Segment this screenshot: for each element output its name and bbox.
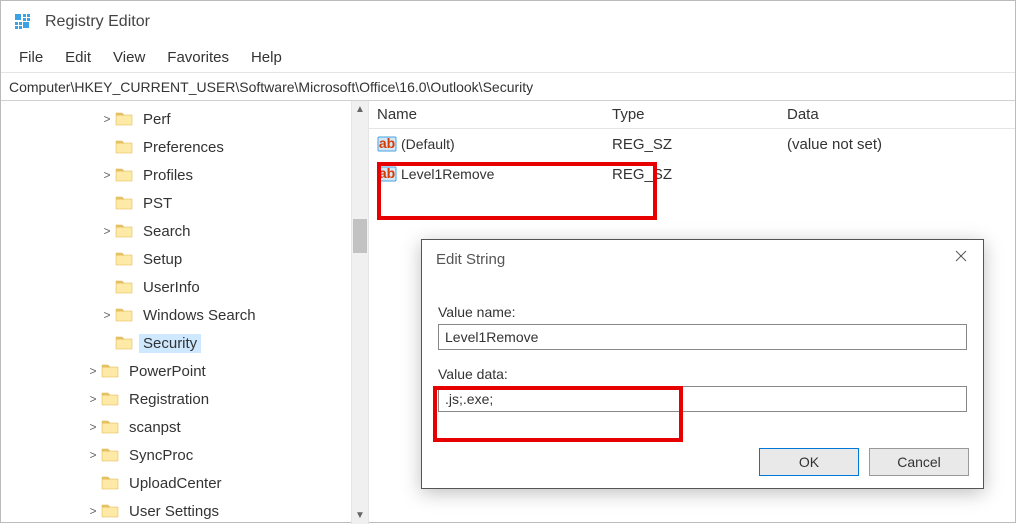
folder-icon [115,195,133,211]
tree-item-label: Perf [139,110,175,129]
string-value-icon: ab [377,165,397,183]
menu-file[interactable]: File [9,45,53,70]
tree-item-label: UserInfo [139,278,204,297]
scroll-down-icon[interactable]: ▼ [352,507,368,524]
value-type: REG_SZ [604,134,779,155]
value-name: (Default) [401,136,455,152]
tree-item-registration[interactable]: > Registration [1,385,368,413]
chevron-icon[interactable]: > [101,168,113,182]
tree-item-perf[interactable]: > Perf [1,105,368,133]
value-name-label: Value name: [438,304,967,320]
column-data[interactable]: Data [779,102,1015,127]
scroll-up-icon[interactable]: ▲ [352,101,368,118]
tree-item-powerpoint[interactable]: > PowerPoint [1,357,368,385]
close-icon[interactable] [939,240,983,272]
tree-scrollbar[interactable]: ▲ ▼ [351,101,368,524]
tree-item-label: scanpst [125,418,185,437]
menu-help[interactable]: Help [241,45,292,70]
edit-string-dialog: Edit String Value name: Value data: OK C… [421,239,984,489]
value-data [779,172,1015,176]
regedit-icon [15,14,31,30]
chevron-icon[interactable]: > [101,112,113,126]
value-row[interactable]: ab Level1Remove REG_SZ [369,159,1015,189]
cancel-button[interactable]: Cancel [869,448,969,476]
tree-item-label: UploadCenter [125,474,226,493]
value-name: Level1Remove [401,166,494,182]
folder-icon [115,167,133,183]
tree-item-search[interactable]: > Search [1,217,368,245]
tree-item-setup[interactable]: Setup [1,245,368,273]
svg-text:ab: ab [379,165,395,181]
folder-icon [115,223,133,239]
tree-item-label: Search [139,222,195,241]
tree-item-userinfo[interactable]: UserInfo [1,273,368,301]
tree-item-label: PST [139,194,176,213]
tree-item-scanpst[interactable]: > scanpst [1,413,368,441]
scroll-thumb[interactable] [353,219,367,253]
menu-view[interactable]: View [103,45,155,70]
tree-item-label: Registration [125,390,213,409]
column-type[interactable]: Type [604,102,779,127]
value-type: REG_SZ [604,164,779,185]
tree-item-syncproc[interactable]: > SyncProc [1,441,368,469]
tree-item-pst[interactable]: PST [1,189,368,217]
tree-item-security[interactable]: Security [1,329,368,357]
chevron-icon[interactable]: > [87,504,99,518]
value-data-field[interactable] [438,386,967,412]
folder-icon [115,279,133,295]
svg-text:ab: ab [379,135,395,151]
tree-item-preferences[interactable]: Preferences [1,133,368,161]
menu-bar: File Edit View Favorites Help [1,43,1015,73]
value-data-label: Value data: [438,366,967,382]
tree-item-label: Profiles [139,166,197,185]
folder-icon [115,139,133,155]
tree-item-uploadcenter[interactable]: UploadCenter [1,469,368,497]
chevron-icon[interactable]: > [87,420,99,434]
folder-icon [101,503,119,519]
value-data: (value not set) [779,134,1015,155]
tree-item-profiles[interactable]: > Profiles [1,161,368,189]
folder-icon [115,251,133,267]
chevron-icon[interactable]: > [87,392,99,406]
dialog-title: Edit String [422,240,983,278]
menu-edit[interactable]: Edit [55,45,101,70]
chevron-icon[interactable]: > [101,224,113,238]
value-name-field[interactable] [438,324,967,350]
folder-icon [101,363,119,379]
chevron-icon[interactable]: > [87,448,99,462]
tree-item-label: Setup [139,250,186,269]
tree-item-windows-search[interactable]: > Windows Search [1,301,368,329]
value-row[interactable]: ab (Default) REG_SZ(value not set) [369,129,1015,159]
tree-item-label: User Settings [125,502,223,521]
folder-icon [101,447,119,463]
chevron-icon[interactable]: > [87,364,99,378]
tree-panel: > Perf Preferences > Profiles PST > Search Setup… [1,101,369,524]
folder-icon [101,475,119,491]
tree-item-user-settings[interactable]: > User Settings [1,497,368,524]
menu-favorites[interactable]: Favorites [157,45,239,70]
folder-icon [101,419,119,435]
folder-icon [115,111,133,127]
address-bar[interactable]: Computer\HKEY_CURRENT_USER\Software\Micr… [1,73,1015,101]
tree-item-label: Windows Search [139,306,260,325]
title-bar: Registry Editor [1,1,1015,43]
app-title: Registry Editor [45,13,150,31]
address-text: Computer\HKEY_CURRENT_USER\Software\Micr… [9,79,533,95]
tree-item-label: Preferences [139,138,228,157]
tree-item-label: SyncProc [125,446,197,465]
chevron-icon[interactable]: > [101,308,113,322]
tree-item-label: PowerPoint [125,362,210,381]
column-name[interactable]: Name [369,102,604,127]
tree-item-label: Security [139,334,201,353]
string-value-icon: ab [377,135,397,153]
folder-icon [115,335,133,351]
folder-icon [115,307,133,323]
folder-icon [101,391,119,407]
ok-button[interactable]: OK [759,448,859,476]
